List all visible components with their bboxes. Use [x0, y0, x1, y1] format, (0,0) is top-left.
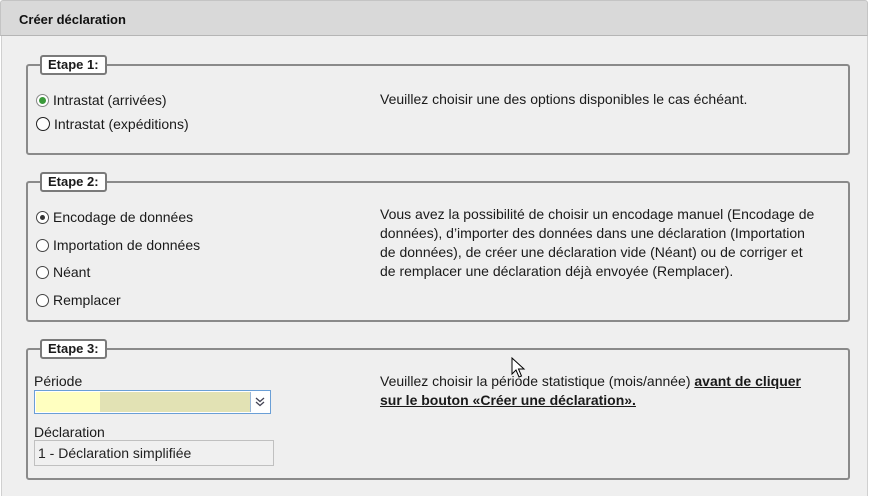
radio-encodage[interactable]: Encodage de données: [36, 209, 193, 225]
radio-label: Intrastat (arrivées): [53, 92, 167, 108]
period-label: Période: [34, 373, 83, 389]
radio-unselected-icon[interactable]: [36, 238, 49, 252]
step-3-fieldset: Etape 3: Période Déclaration 1 - Déclara…: [26, 339, 850, 480]
step-1-legend: Etape 1:: [40, 55, 107, 75]
radio-label: Encodage de données: [53, 209, 194, 225]
radio-unselected-icon[interactable]: [36, 117, 50, 131]
radio-unselected-icon[interactable]: [36, 293, 49, 307]
radio-remplacer[interactable]: Remplacer: [36, 292, 121, 308]
period-select-value: [36, 392, 100, 412]
chevron-double-down-icon[interactable]: [250, 392, 269, 412]
page-title: Créer déclaration: [19, 12, 126, 27]
radio-label: Néant: [53, 264, 91, 280]
step-2-description: Vous avez la possibilité de choisir un e…: [380, 206, 815, 279]
period-select-highlight: [100, 392, 250, 412]
period-select[interactable]: [34, 390, 271, 414]
step-2-legend: Etape 2:: [40, 172, 107, 192]
step-1-fieldset: Etape 1: Intrastat (arrivées) Intrastat …: [26, 55, 850, 155]
step-3-description: Veuillez choisir la période statistique …: [380, 372, 810, 410]
dialog-header: Créer déclaration: [0, 0, 868, 36]
radio-neant[interactable]: Néant: [36, 264, 90, 280]
radio-label: Remplacer: [53, 292, 121, 308]
radio-intrastat-arrivees[interactable]: Intrastat (arrivées): [36, 92, 167, 108]
radio-importation[interactable]: Importation de données: [36, 237, 200, 253]
radio-selected-icon[interactable]: [36, 210, 49, 224]
radio-selected-icon[interactable]: [36, 93, 49, 107]
radio-unselected-icon[interactable]: [36, 265, 49, 279]
declaration-readonly-field: 1 - Déclaration simplifiée: [34, 440, 274, 466]
arrow-cursor-icon: [511, 357, 526, 378]
step-2-fieldset: Etape 2: Encodage de données Importation…: [26, 172, 850, 322]
step-1-description: Veuillez choisir une des options disponi…: [380, 91, 748, 107]
radio-intrastat-expeditions[interactable]: Intrastat (expéditions): [36, 116, 189, 132]
radio-label: Intrastat (expéditions): [54, 116, 189, 132]
radio-label: Importation de données: [53, 237, 201, 253]
declaration-label: Déclaration: [34, 424, 105, 440]
step-3-description-text: Veuillez choisir la période statistique …: [380, 373, 695, 389]
step-3-legend: Etape 3:: [40, 339, 107, 359]
